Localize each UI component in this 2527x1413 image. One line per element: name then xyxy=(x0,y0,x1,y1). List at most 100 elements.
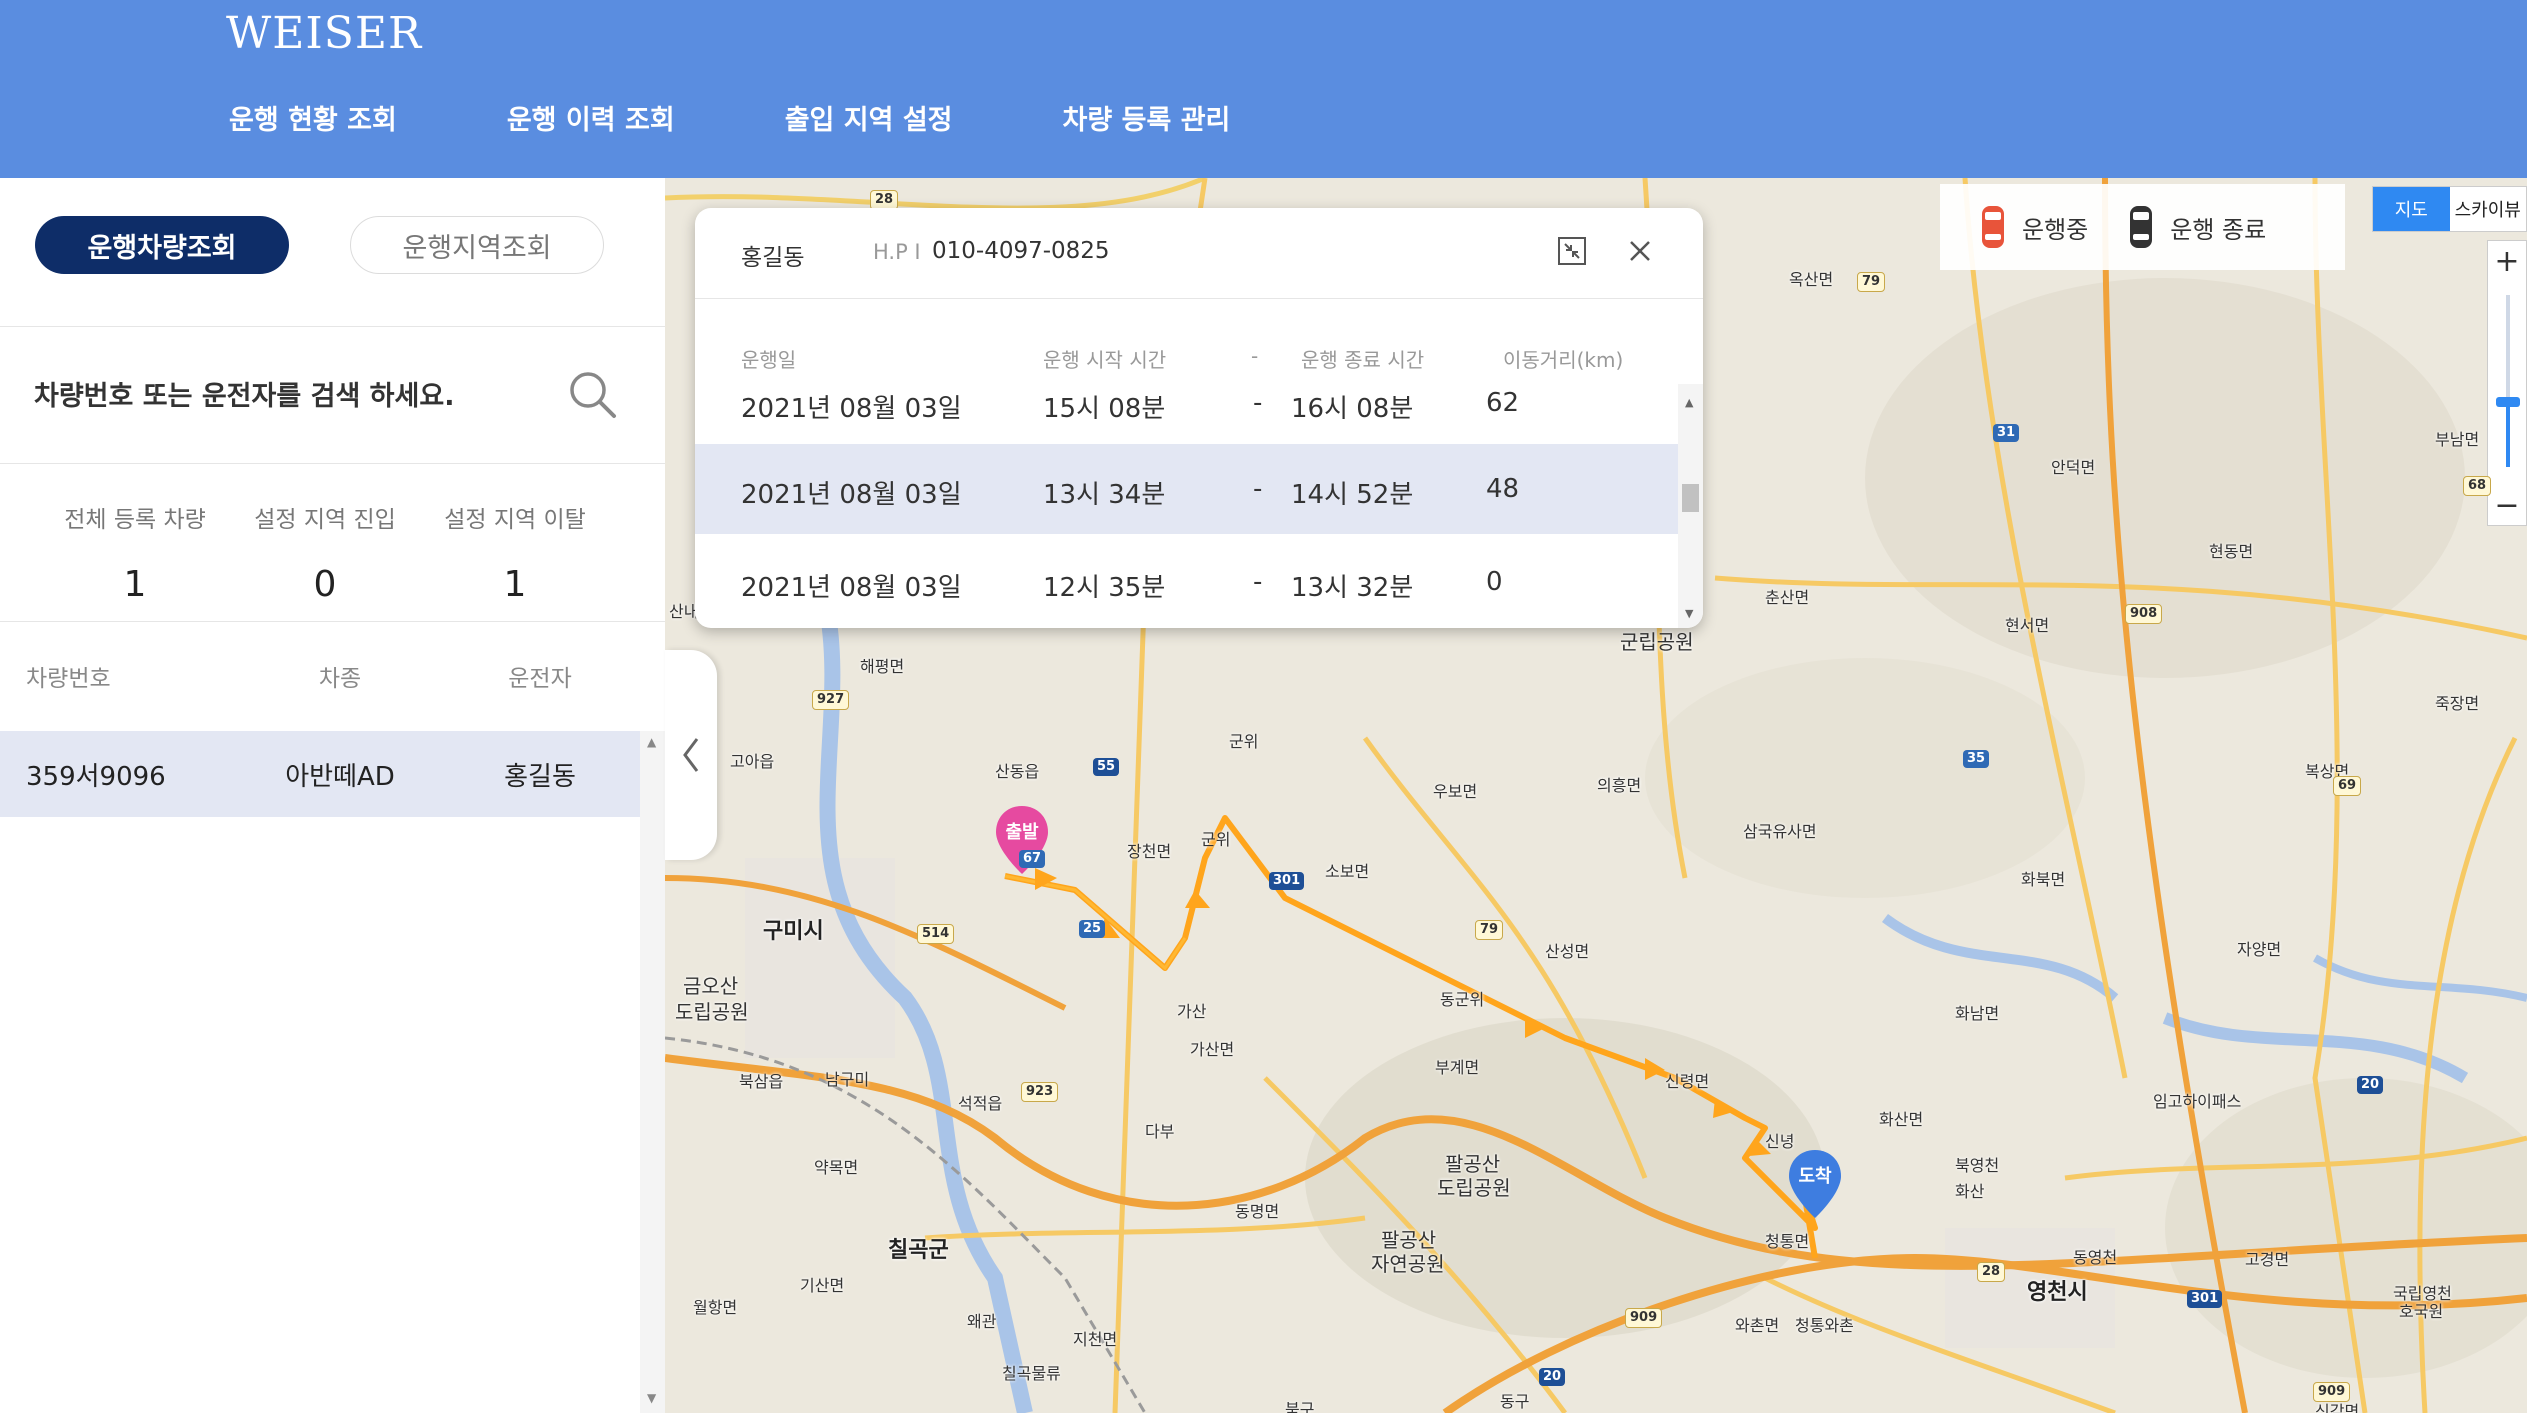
row-date: 2021년 08월 03일 xyxy=(741,394,962,424)
stat-left: 설정 지역 이탈 1 xyxy=(420,500,610,605)
map-label: 북영천 xyxy=(1955,1156,2000,1175)
stat-label: 전체 등록 차량 xyxy=(64,507,206,533)
road-number-shield: 28 xyxy=(1977,1262,2006,1282)
map-label: 구미시 xyxy=(763,919,824,944)
road-number-shield: 514 xyxy=(917,924,955,944)
road-number-shield: 301 xyxy=(2187,1290,2223,1308)
map-label: 영천시 xyxy=(2027,1280,2088,1305)
tab-region-search[interactable]: 운행지역조회 xyxy=(350,216,604,274)
legend-ended-label: 운행 종료 xyxy=(2170,215,2267,244)
nav-driving-history[interactable]: 운행 이력 조회 xyxy=(507,98,675,137)
map-label: 군위 xyxy=(1229,732,1259,751)
map-label: 도립공원 xyxy=(675,1000,749,1024)
popup-scrollbar[interactable]: ▲ ▼ xyxy=(1678,384,1703,628)
road-number-shield: 301 xyxy=(1269,872,1305,890)
map-label: 고경면 xyxy=(2245,1250,2290,1269)
row-date: 2021년 08월 03일 xyxy=(741,480,962,510)
row-start: 15시 08분 xyxy=(1043,394,1166,424)
zoom-in-button[interactable]: + xyxy=(2488,241,2526,281)
divider xyxy=(0,621,665,622)
map-label: 해평면 xyxy=(860,657,905,676)
top-header: WEISER 운행 현황 조회 운행 이력 조회 출입 지역 설정 차량 등록 … xyxy=(0,0,2527,178)
road-number-shield: 55 xyxy=(1093,758,1120,776)
row-start: 13시 34분 xyxy=(1043,480,1166,510)
nav-driving-status[interactable]: 운행 현황 조회 xyxy=(229,98,397,137)
close-icon[interactable] xyxy=(1625,236,1655,266)
road-number-shield: 79 xyxy=(1475,920,1504,940)
scroll-thumb[interactable] xyxy=(1682,484,1699,512)
map-label: 호국원 xyxy=(2399,1302,2444,1321)
map-label: 화남면 xyxy=(1955,1004,2000,1023)
phone-number: 010-4097-0825 xyxy=(932,238,1110,264)
chevron-left-icon xyxy=(683,738,699,772)
map-type-toggle: 지도 스카이뷰 xyxy=(2372,186,2527,232)
map-label: 북삼읍 xyxy=(739,1072,784,1091)
road-number-shield: 69 xyxy=(2333,776,2362,796)
search-icon[interactable] xyxy=(566,368,620,422)
table-row[interactable]: 359서9096 아반떼AD 홍길동 xyxy=(0,731,640,817)
row-end: 14시 52분 xyxy=(1291,480,1414,510)
map-type-skyview-button[interactable]: 스카이뷰 xyxy=(2450,187,2527,231)
map-label: 산성면 xyxy=(1545,942,1590,961)
zoom-slider-handle[interactable] xyxy=(2496,397,2520,407)
map-label: 군위 xyxy=(1201,830,1231,849)
car-running-icon xyxy=(1982,206,2004,248)
map-label: 임고하이패스 xyxy=(2153,1092,2242,1111)
scroll-up-arrow-icon[interactable]: ▲ xyxy=(1685,396,1693,409)
road-number-shield: 20 xyxy=(2357,1076,2384,1094)
scroll-down-arrow-icon[interactable]: ▼ xyxy=(1685,607,1693,620)
map-label: 장천면 xyxy=(1127,842,1172,861)
map-label: 칠곡물류 xyxy=(1002,1364,1061,1383)
end-marker[interactable]: 도착 xyxy=(1787,1148,1843,1220)
map-label: 고아읍 xyxy=(730,752,775,771)
collapse-panel-button[interactable] xyxy=(665,650,717,860)
cell-model: 아반떼AD xyxy=(285,761,395,792)
minimize-icon[interactable] xyxy=(1557,236,1587,266)
logo[interactable]: WEISER xyxy=(226,8,422,59)
list-scrollbar[interactable]: ▲ ▼ xyxy=(640,731,665,1413)
car-ended-icon xyxy=(2130,206,2153,248)
stat-label: 설정 지역 이탈 xyxy=(444,507,586,533)
vehicle-table-header: 차량번호 차종 운전자 xyxy=(0,648,640,703)
map-label: 동영천 xyxy=(2073,1248,2118,1267)
end-marker-label: 도착 xyxy=(1798,1166,1832,1187)
map-label: 가산 xyxy=(1177,1002,1207,1021)
stat-value: 0 xyxy=(313,564,337,605)
legend-ended: 운행 종료 xyxy=(2128,204,2266,250)
map-label: 자양면 xyxy=(2237,940,2282,959)
map-type-map-button[interactable]: 지도 xyxy=(2373,187,2450,231)
road-number-shield: 20 xyxy=(1539,1368,1566,1386)
road-number-shield: 68 xyxy=(2463,476,2492,496)
nav-access-region-settings[interactable]: 출입 지역 설정 xyxy=(785,98,953,137)
map-label: 신령면 xyxy=(1665,1072,1710,1091)
map-label: 의흥면 xyxy=(1597,776,1642,795)
table-row-selected[interactable]: 2021년 08월 03일 13시 34분 - 14시 52분 48 xyxy=(695,444,1678,534)
map-label: 화산 xyxy=(1955,1182,1985,1201)
road-number-shield: 79 xyxy=(1857,272,1886,292)
row-distance: 0 xyxy=(1486,567,1503,597)
phone-label: H.P I xyxy=(873,240,921,264)
map-label: 약목면 xyxy=(814,1158,859,1177)
search-input[interactable]: 차량번호 또는 운전자를 검색 하세요. xyxy=(34,374,454,413)
tab-vehicle-search[interactable]: 운행차량조회 xyxy=(35,216,289,274)
zoom-out-button[interactable]: − xyxy=(2488,485,2526,525)
map-label: 부계면 xyxy=(1435,1058,1480,1077)
zoom-control: + − xyxy=(2487,240,2527,526)
map-label: 동명면 xyxy=(1235,1202,1280,1221)
map-label: 화산면 xyxy=(1879,1110,1924,1129)
table-row[interactable]: 2021년 08월 03일 15시 08분 - 16시 08분 62 xyxy=(695,354,1678,444)
nav-vehicle-registration[interactable]: 차량 등록 관리 xyxy=(1063,98,1231,137)
driver-name: 홍길동 xyxy=(741,245,805,271)
map-label: 남구미 xyxy=(825,1070,870,1089)
map-label: 소보면 xyxy=(1325,862,1370,881)
scroll-up-arrow-icon[interactable]: ▲ xyxy=(647,735,656,749)
road-number-shield: 923 xyxy=(1021,1082,1059,1102)
road-number-shield: 909 xyxy=(1625,1308,1663,1328)
map-label: 도립공원 xyxy=(1437,1176,1511,1200)
scroll-down-arrow-icon[interactable]: ▼ xyxy=(647,1391,656,1405)
map-label: 북구 xyxy=(1285,1400,1315,1413)
table-row[interactable]: 2021년 08월 03일 12시 35분 - 13시 32분 0 xyxy=(695,534,1678,624)
road-number-shield: 35 xyxy=(1963,750,1990,768)
map-label: 우보면 xyxy=(1433,782,1478,801)
col-model: 차종 xyxy=(318,665,362,692)
